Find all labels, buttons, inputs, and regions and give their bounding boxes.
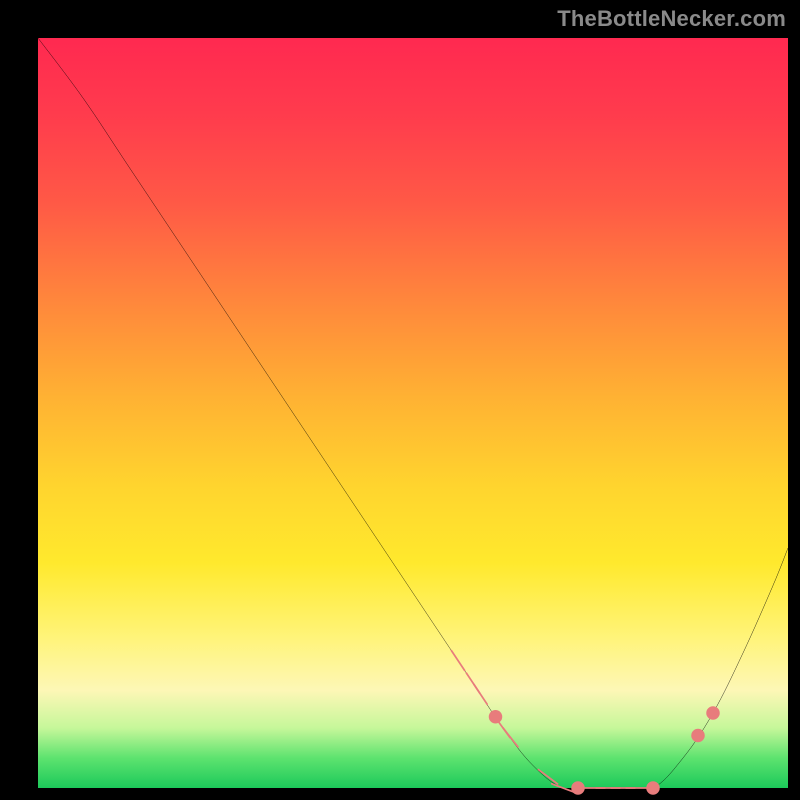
curve-marker-dot xyxy=(489,710,502,724)
curve-markers xyxy=(451,651,719,795)
curve-marker-dash xyxy=(552,784,574,792)
curve-marker-dash xyxy=(503,728,518,747)
curve-marker-dot xyxy=(646,781,660,795)
curve-marker-dash xyxy=(538,770,557,784)
curve-marker-dash xyxy=(451,651,464,671)
curve-marker-dash xyxy=(474,684,487,704)
curve-marker-dot xyxy=(706,706,720,720)
chart-root: TheBottleNecker.com xyxy=(0,0,800,800)
plot-area xyxy=(38,38,788,788)
bottleneck-curve xyxy=(38,38,788,790)
source-attribution: TheBottleNecker.com xyxy=(557,6,786,32)
curve-layer xyxy=(38,38,788,788)
curve-marker-dot xyxy=(691,729,705,743)
